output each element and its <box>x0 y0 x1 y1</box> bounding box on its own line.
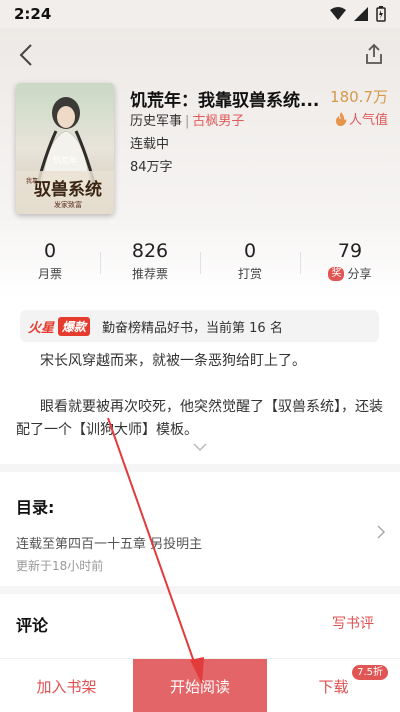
section-divider <box>0 464 400 472</box>
stat-label: 月票 <box>37 267 62 281</box>
cover-illustration: 饥荒年 我靠 驭兽系统 发家致富 <box>16 83 114 214</box>
flame-icon <box>335 111 347 126</box>
download-label: 下载 <box>318 677 349 696</box>
section-divider <box>0 586 400 594</box>
intro-paragraph: 宋长风穿越而来，就被一条恶狗给盯上了。 <box>40 353 306 369</box>
back-icon[interactable] <box>14 42 40 68</box>
toc-latest-chapter[interactable]: 连载至第四百一十五章 另投明主 <box>16 533 202 552</box>
book-status: 连载中 <box>130 137 170 152</box>
stat-label: 推荐票 <box>131 267 168 281</box>
popularity-label: 人气值 <box>348 113 388 128</box>
cover-main-text: 驭兽系统 <box>34 179 102 200</box>
cover-sub-text: 发家致富 <box>54 200 82 209</box>
stat-label: 分享 <box>347 267 372 281</box>
stat-monthly-ticket[interactable]: 0 月票 <box>0 240 100 288</box>
book-title: 饥荒年：我靠驭兽系统... <box>130 91 320 111</box>
status-icons <box>330 6 386 22</box>
chevron-right-icon[interactable] <box>376 524 386 540</box>
expand-chevron-icon[interactable] <box>192 441 208 453</box>
book-author[interactable]: 古枫男子 <box>192 114 244 129</box>
bottom-action-bar: 加入书架 开始阅读 下载 7.5折 <box>0 658 400 712</box>
discount-badge: 7.5折 <box>352 665 388 680</box>
cover-top-text: 饥荒年 <box>53 155 77 165</box>
status-time: 2:24 <box>14 5 52 23</box>
status-bar: 2:24 <box>0 0 400 28</box>
popularity-value: 180.7万 <box>330 88 388 106</box>
stat-value: 826 <box>131 240 169 262</box>
book-intro[interactable]: 宋长风穿越而来，就被一条恶狗给盯上了。 眼看就要被再次咬死，他突然觉醒了【驭兽系… <box>16 350 386 442</box>
book-category[interactable]: 历史军事 <box>130 114 182 129</box>
popularity: 180.7万 人气值 <box>330 86 388 128</box>
book-meta: 历史军事 | 古枫男子 <box>130 110 244 129</box>
stat-share[interactable]: 79 奖 分享 <box>300 240 400 288</box>
reward-badge: 奖 <box>328 266 345 281</box>
battery-icon <box>376 6 386 22</box>
stat-value: 0 <box>243 240 257 262</box>
share-icon[interactable] <box>362 42 386 68</box>
stat-label: 打赏 <box>237 267 262 281</box>
hot-label: 火星 <box>28 320 55 336</box>
download-button[interactable]: 下载 7.5折 <box>267 659 400 712</box>
wifi-icon <box>330 7 346 20</box>
comments-title: 评论 <box>16 616 49 635</box>
write-review-button[interactable]: 写书评 <box>332 613 374 633</box>
stat-value: 0 <box>43 240 57 262</box>
add-to-shelf-button[interactable]: 加入书架 <box>0 659 133 712</box>
stat-recommend-ticket[interactable]: 826 推荐票 <box>100 240 200 288</box>
bulletin-text: 勤奋榜精品好书，当前第 16 名 <box>102 320 283 336</box>
intro-paragraph: 眼看就要被再次咬死，他突然觉醒了【驭兽系统】，还装配了一个【训狗大师】模板。 <box>16 399 383 438</box>
start-reading-button[interactable]: 开始阅读 <box>133 659 267 712</box>
stat-value: 79 <box>337 240 363 262</box>
popularity-label-row: 人气值 <box>330 109 388 128</box>
toc-updated-time: 更新于18小时前 <box>16 559 104 573</box>
book-word-count: 84万字 <box>130 160 173 175</box>
signal-icon <box>354 7 368 21</box>
hot-badge: 爆款 <box>58 316 91 336</box>
stat-tip[interactable]: 0 打赏 <box>200 240 300 288</box>
ranking-bulletin[interactable]: 火星 爆款 勤奋榜精品好书，当前第 16 名 <box>20 310 379 342</box>
toc-title: 目录: <box>16 498 55 517</box>
meta-separator: | <box>185 114 190 129</box>
book-cover[interactable]: 饥荒年 我靠 驭兽系统 发家致富 <box>16 83 114 214</box>
stats-row: 0 月票 826 推荐票 0 打赏 79 奖 分享 <box>0 240 400 288</box>
